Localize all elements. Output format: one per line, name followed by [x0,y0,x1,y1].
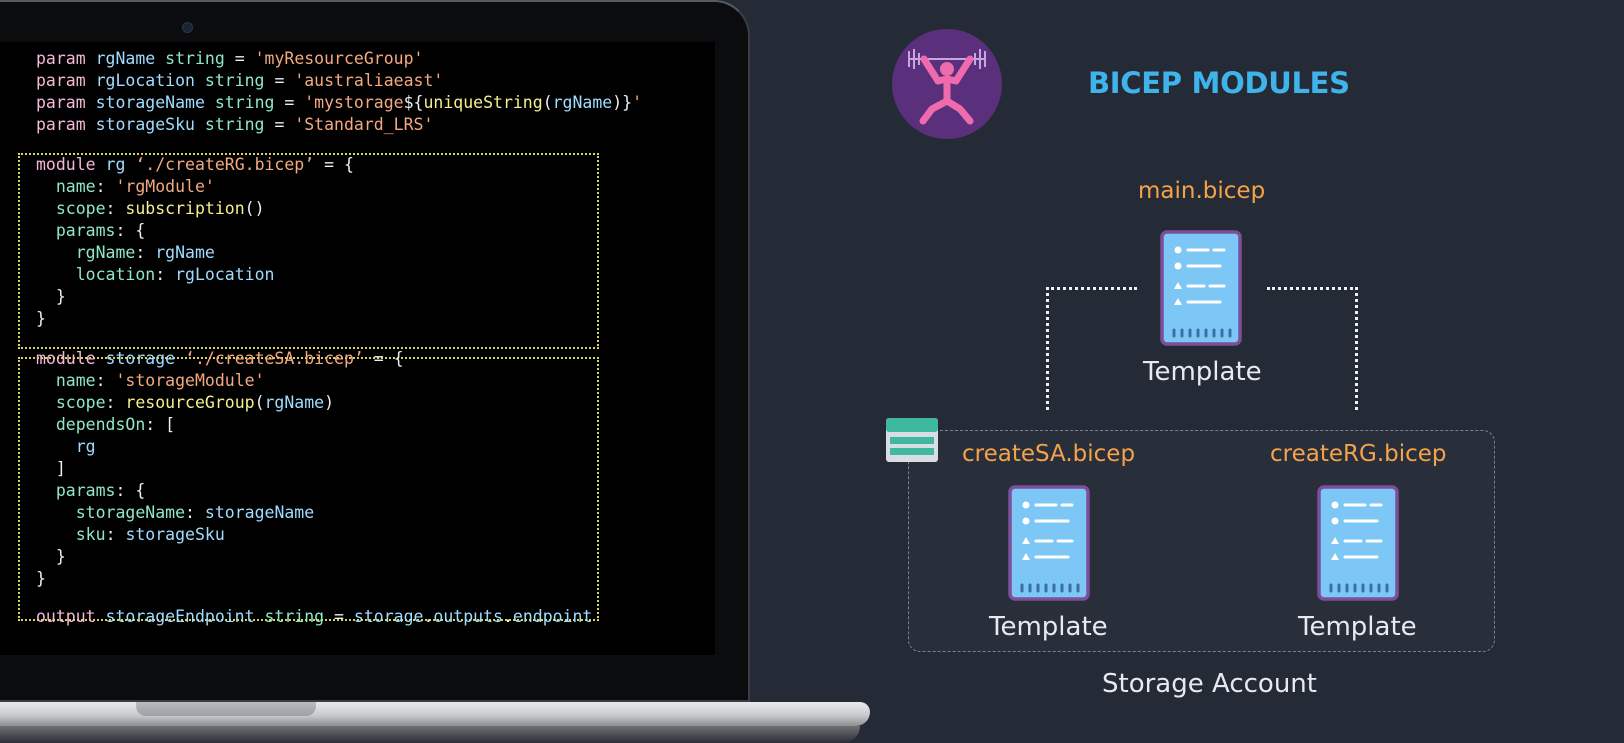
module-file-label: createRG.bicep [1270,441,1447,467]
code-line: ] [55,459,66,478]
laptop-base [0,702,870,726]
code-line: name: 'rgModule' [55,177,215,196]
code-editor-screen: param rgName string = 'myResourceGroup' p… [0,42,715,655]
code-line: param rgLocation string = 'australiaeast… [36,71,444,90]
main-template-label: Template [1143,357,1262,387]
document-icon [1008,485,1090,601]
module-template-label: Template [1298,612,1417,642]
code-line: } [55,287,66,306]
code-line: param rgName string = 'myResourceGroup' [36,49,424,68]
laptop-notch [136,702,316,716]
code-line: module rg ‘./createRG.bicep’ = { [36,155,354,174]
code-line: } [55,547,66,566]
document-icon [1317,485,1399,601]
connector-left [1046,287,1137,410]
code-line: rg [75,437,96,456]
code-line: output storageEndpoint string = storage.… [36,607,593,626]
code-line: location: rgLocation [75,265,275,284]
code-line: module storage ‘./createSA.bicep’ = { [36,349,404,368]
connector-right [1267,287,1358,410]
camera-icon [182,22,193,33]
code-line: name: 'storageModule' [55,371,265,390]
document-icon [1160,230,1242,346]
code-line: sku: storageSku [75,525,225,544]
code-line: dependsOn: [ [55,415,176,434]
code-line: } [36,569,46,588]
storage-table-icon [886,418,938,462]
main-file-label: main.bicep [1138,178,1266,204]
code-line: rgName: rgName [75,243,215,262]
laptop-base-shadow [0,726,860,743]
code-line: scope: subscription() [55,199,265,218]
code-line: param storageSku string = 'Standard_LRS' [36,115,434,134]
weightlifter-icon [892,29,1002,139]
module-file-label: createSA.bicep [962,441,1136,467]
module-template-label: Template [989,612,1108,642]
diagram-title: BICEP MODULES [1088,66,1350,100]
code-line: scope: resourceGroup(rgName) [55,393,335,412]
code-line: param storageName string = 'mystorage${u… [36,93,643,112]
code-line: storageName: storageName [75,503,315,522]
code-line: } [36,309,46,328]
code-line: params: { [55,481,146,500]
code-line: params: { [55,221,146,240]
storage-account-label: Storage Account [1102,669,1317,699]
